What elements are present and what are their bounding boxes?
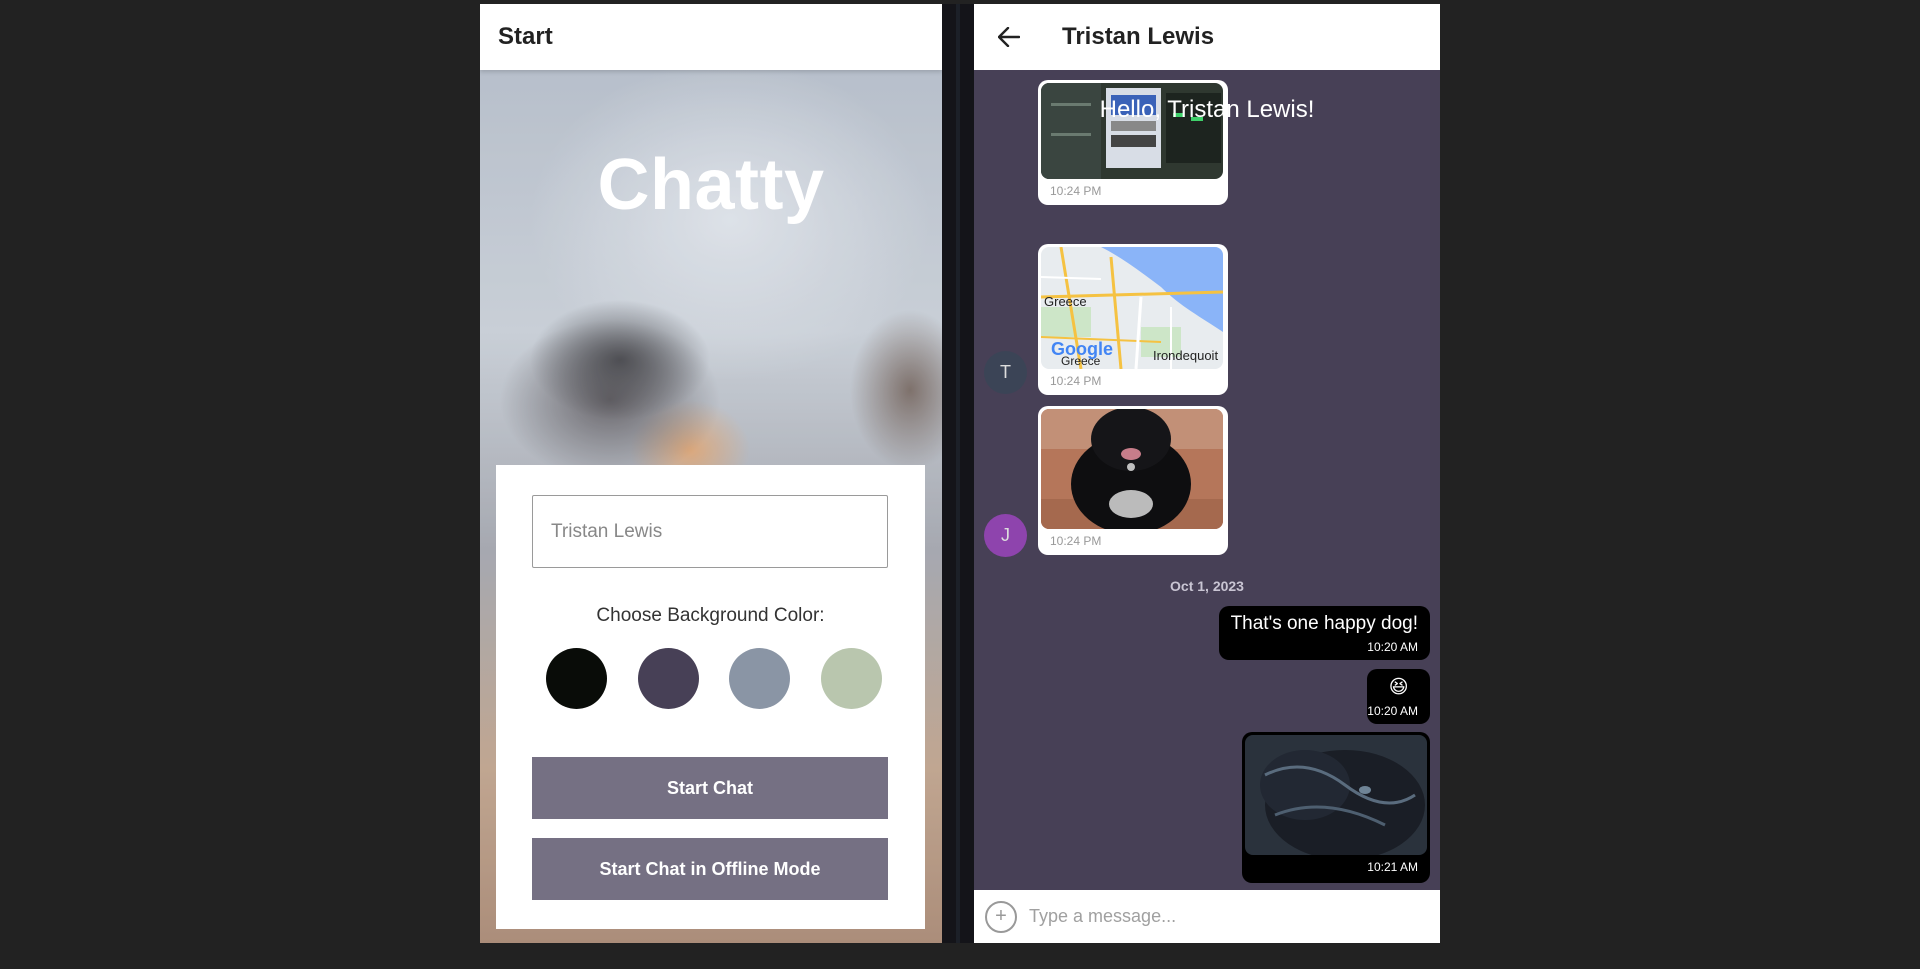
color-swatch-purple[interactable] [637, 648, 699, 709]
google-logo: Google [1051, 339, 1113, 359]
chat-screen: Tristan Lewis 10:24 PM Greece Greece Iro… [974, 4, 1440, 943]
start-screen: Start Chatty Choose Background Color: St… [480, 4, 942, 943]
color-swatch-green[interactable] [820, 648, 882, 709]
color-label: Choose Background Color: [596, 605, 825, 626]
chat-appbar: Tristan Lewis [974, 4, 1440, 70]
message-image [1245, 735, 1427, 855]
chat-appbar-title: Tristan Lewis [1062, 23, 1215, 50]
outgoing-message[interactable]: That's one happy dog! 10:20 AM [1218, 606, 1430, 660]
outgoing-message[interactable]: 10:21 AM [1242, 732, 1430, 883]
app-title: Chatty [597, 145, 825, 225]
map-preview[interactable]: Greece Greece Irondequoit Google [1041, 247, 1223, 369]
message-text: That's one happy dog! [1230, 613, 1418, 634]
message-time: 10:20 AM [1367, 704, 1418, 718]
message-time: 10:24 PM [1050, 374, 1102, 388]
avatar[interactable]: T [984, 351, 1027, 394]
greeting-text: Hello, Tristan Lewis! [1099, 96, 1315, 123]
message-time: 10:21 AM [1367, 860, 1418, 874]
incoming-message[interactable]: Greece Greece Irondequoit Google 10:24 P… [1038, 244, 1228, 395]
start-appbar: Start [480, 4, 942, 70]
start-appbar-title: Start [498, 23, 553, 50]
screen-divider [942, 4, 974, 943]
message-input[interactable] [1029, 906, 1409, 927]
outgoing-message[interactable]: 😆 10:20 AM [1367, 669, 1430, 724]
avatar[interactable]: J [984, 514, 1027, 557]
color-swatches [546, 648, 882, 710]
color-swatch-black[interactable] [546, 648, 607, 709]
incoming-message[interactable]: 10:24 PM [1038, 406, 1228, 555]
date-separator: Oct 1, 2023 [1170, 578, 1244, 594]
message-time: 10:20 AM [1367, 640, 1418, 654]
start-offline-button[interactable]: Start Chat in Offline Mode [532, 838, 888, 900]
map-label: Greece [1044, 294, 1087, 309]
emoji-text: 😆 [1388, 677, 1409, 698]
message-input-bar: + [974, 890, 1440, 943]
map-label: Irondequoit [1153, 348, 1219, 363]
start-form: Choose Background Color: Start Chat Star… [496, 465, 925, 929]
message-image [1041, 409, 1223, 529]
start-chat-button[interactable]: Start Chat [532, 757, 888, 819]
color-swatch-gray[interactable] [729, 648, 791, 709]
name-input[interactable] [532, 495, 888, 568]
message-list[interactable]: 10:24 PM Greece Greece Irondequoit Googl… [974, 70, 1440, 894]
back-arrow-icon[interactable] [994, 22, 1024, 52]
message-time: 10:24 PM [1050, 184, 1102, 198]
plus-icon[interactable]: + [985, 900, 1017, 933]
message-time: 10:24 PM [1050, 534, 1102, 548]
